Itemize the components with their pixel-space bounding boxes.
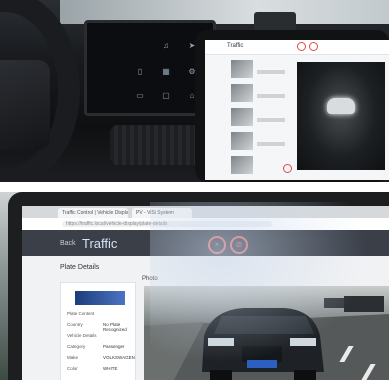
audi-car: [202, 308, 324, 380]
media-icon: ▭: [136, 91, 144, 100]
vehicle-thumbnail[interactable]: [231, 60, 253, 78]
detail-label: Make: [67, 355, 79, 360]
photo-label: Photo: [142, 276, 158, 282]
detail-label: Plate Content: [67, 311, 95, 316]
apps-icon: ▦: [162, 67, 170, 76]
phone-icon: ▯: [137, 67, 143, 76]
no-entry-icon[interactable]: [283, 164, 292, 173]
license-plate: [247, 360, 277, 368]
app-title: Traffic: [82, 236, 118, 251]
detail-label: Country: [67, 322, 83, 327]
car-headlights: [327, 98, 355, 114]
record-field: [257, 118, 285, 122]
browser-tab[interactable]: Traffic Control | Vehicle Display: [58, 208, 128, 218]
back-link[interactable]: Back: [60, 240, 76, 247]
headlight: [290, 338, 316, 346]
plate-details-card: Plate Content Country No Plate Recognized V…: [60, 282, 136, 380]
record-field: [257, 70, 285, 74]
vehicle-thumbnail[interactable]: [231, 132, 253, 150]
laptop-screen-photo: Traffic Control | Vehicle Display PV - V…: [0, 192, 389, 380]
browser-tab-bar: Traffic Control | Vehicle Display PV - V…: [22, 206, 389, 218]
no-entry-icon[interactable]: [309, 42, 318, 51]
road-scene: [144, 296, 389, 380]
car-dashboard-photo: ♫ ➤ ▯ ▦ ⚙ ▭ ▢ ⌂ Traffic: [0, 0, 389, 182]
front-wheel: [294, 370, 316, 380]
app-content: Plate Details Plate Content Country No Pla…: [22, 256, 389, 380]
record-field: [257, 142, 285, 146]
detail-value: VOLKSWAGEN: [103, 355, 135, 360]
distant-car: [324, 298, 344, 308]
detail-value: WHITE: [103, 366, 118, 371]
music-icon: ♫: [163, 41, 169, 50]
photo-divider: [0, 182, 389, 192]
laptop-screen: Traffic Control | Vehicle Display PV - V…: [22, 206, 389, 380]
tablet-vehicle-photo: [297, 62, 385, 170]
vehicle-thumbnail[interactable]: [231, 84, 253, 102]
steering-wheel-hub: [0, 60, 50, 150]
detail-value: Passenger: [103, 344, 125, 349]
section-title: Plate Details: [60, 264, 100, 271]
distant-car: [344, 296, 384, 312]
tablet-screen: Traffic: [205, 40, 389, 180]
close-circle-icon[interactable]: [297, 42, 306, 51]
close-circle-icon[interactable]: ×: [208, 236, 226, 254]
license-plate-image: [75, 291, 125, 305]
url-text[interactable]: https://traffic.local/vehicle-display/pl…: [62, 221, 272, 227]
tablet-app-header: Traffic: [205, 40, 389, 55]
browser-tab[interactable]: PV - ViSi System: [132, 208, 192, 218]
vehicle-thumbnail[interactable]: [231, 108, 253, 126]
grille: [242, 346, 282, 362]
app-header: Back Traffic × ⊘: [22, 230, 389, 256]
tablet-app-title: Traffic: [227, 43, 244, 49]
front-wheel: [210, 370, 232, 380]
record-field: [257, 94, 285, 98]
headlight: [208, 338, 234, 346]
detail-label: Category: [67, 344, 86, 349]
no-entry-icon[interactable]: ⊘: [230, 236, 248, 254]
detail-label: Color: [67, 366, 78, 371]
tablet-device: Traffic: [195, 30, 389, 182]
vehicle-photo[interactable]: [144, 286, 389, 380]
car-icon: ▢: [162, 91, 170, 100]
detail-label: Vehicle Details: [67, 333, 97, 338]
detail-value: No Plate Recognized: [103, 322, 127, 332]
vehicle-thumbnail[interactable]: [231, 156, 253, 174]
